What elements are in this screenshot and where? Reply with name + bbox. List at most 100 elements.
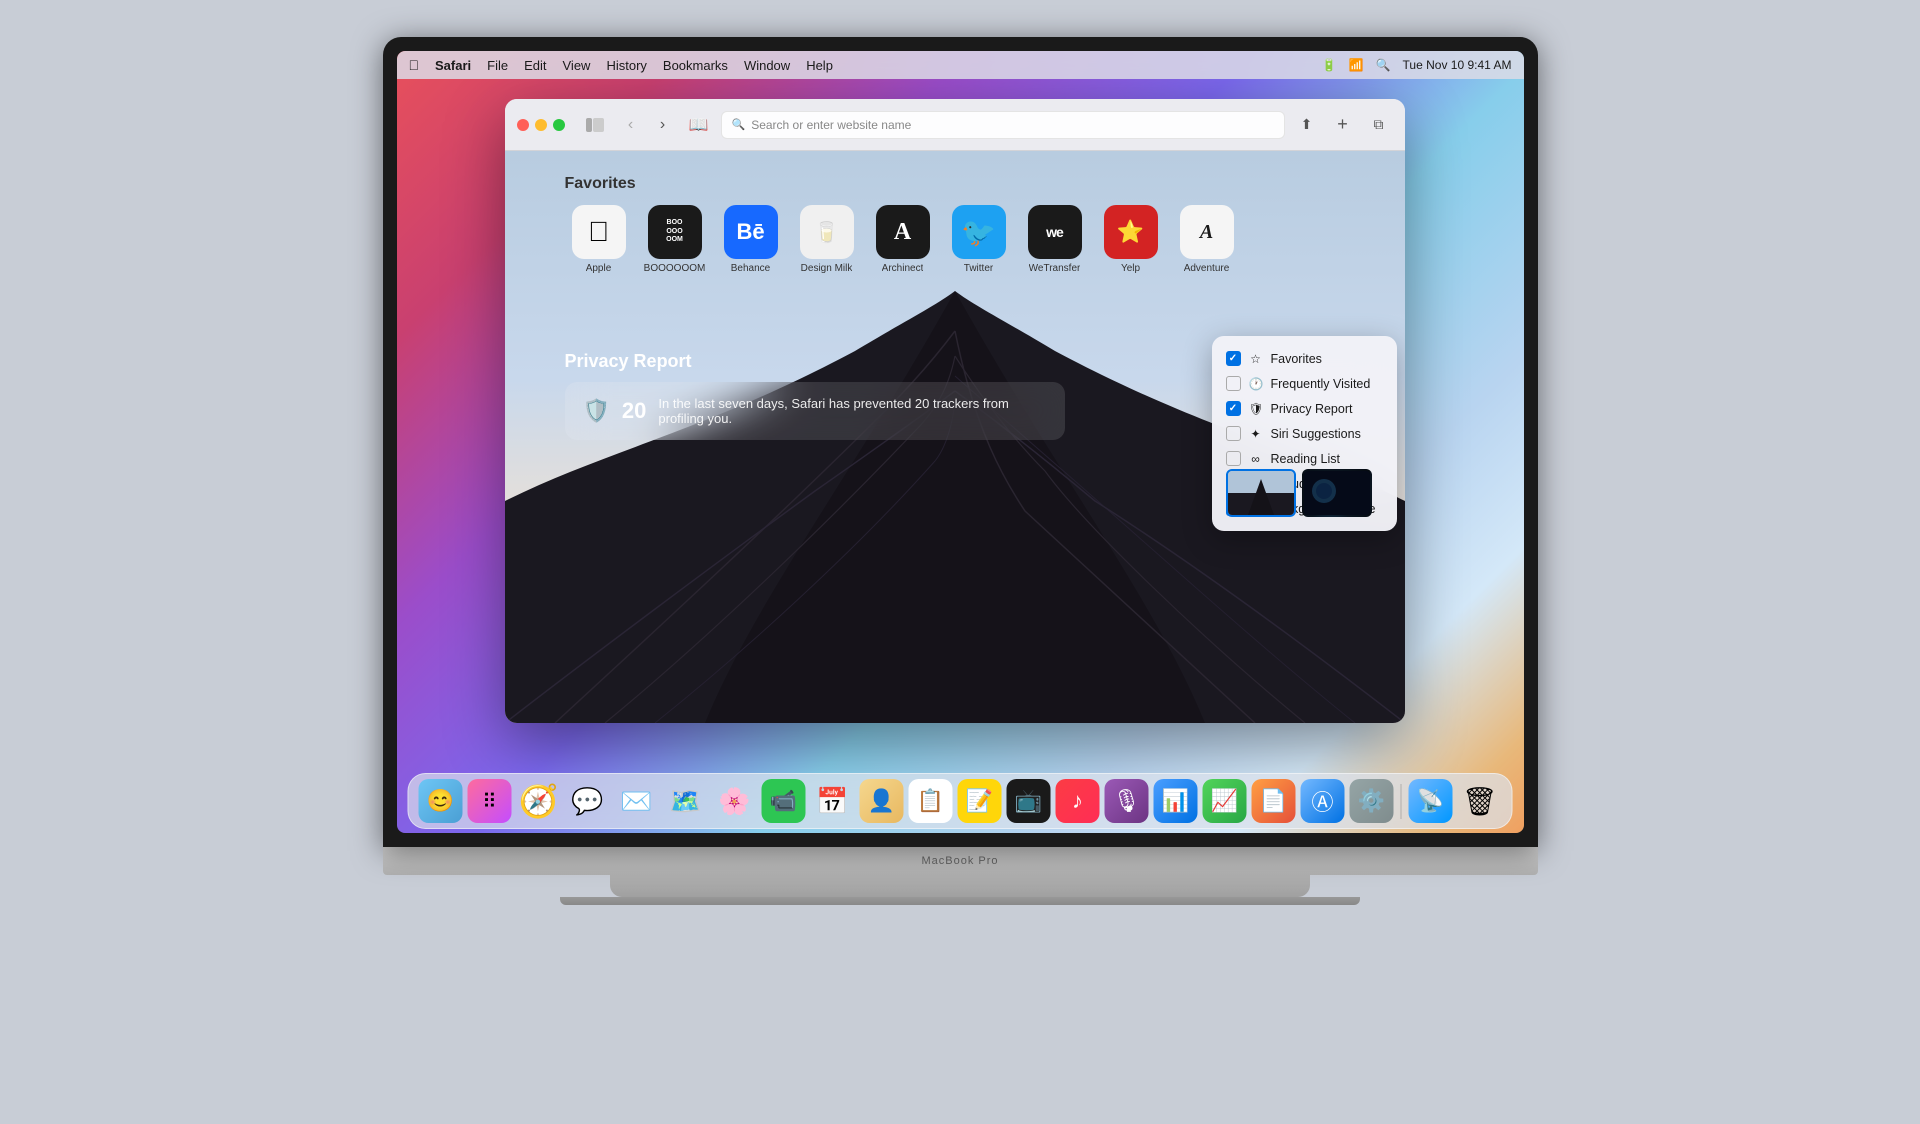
dock-messages[interactable]: 💬 xyxy=(566,779,610,823)
menu-window[interactable]: Window xyxy=(744,58,790,73)
favorite-apple-label: Apple xyxy=(586,263,612,274)
reminders-icon: 📋 xyxy=(917,788,944,814)
dock-numbers[interactable]: 📈 xyxy=(1203,779,1247,823)
favorite-twitter-label: Twitter xyxy=(964,263,993,274)
favorites-checkbox[interactable] xyxy=(1226,351,1241,366)
tab-overview-button[interactable]: ⧉ xyxy=(1365,111,1393,139)
desktop:  Safari File Edit View History Bookmark… xyxy=(397,51,1524,833)
dock-appstore[interactable]: Ⓐ xyxy=(1301,779,1345,823)
menu-view[interactable]: View xyxy=(563,58,591,73)
favorite-behance[interactable]: Bē Behance xyxy=(717,205,785,274)
privacy-report-title: Privacy Report xyxy=(565,351,1065,372)
favorite-apple[interactable]:  Apple xyxy=(565,205,633,274)
macbook-label: MacBook Pro xyxy=(921,855,998,867)
dock-safari[interactable]: 🧭 xyxy=(517,779,561,823)
safari-toolbar: ‹ › 📖 🔍 Search or enter website name ⬆ xyxy=(505,99,1405,151)
siri-icon: ✦ xyxy=(1249,427,1263,441)
dock-tv[interactable]: 📺 xyxy=(1007,779,1051,823)
dock-keynote[interactable]: 📊 xyxy=(1154,779,1198,823)
dock-container: 😊 ⠿ 🧭 💬 xyxy=(408,773,1513,829)
new-tab-button[interactable]: + xyxy=(1329,111,1357,139)
contacts-icon: 👤 xyxy=(868,788,895,814)
customize-frequently-visited[interactable]: 🕐 Frequently Visited xyxy=(1212,371,1397,396)
siri-label: Siri Suggestions xyxy=(1271,427,1361,441)
app-name[interactable]: Safari xyxy=(435,58,471,73)
reader-button[interactable]: 📖 xyxy=(685,111,713,139)
close-button[interactable] xyxy=(517,119,529,131)
dock-music[interactable]: ♪ xyxy=(1056,779,1100,823)
dock-launchpad[interactable]: ⠿ xyxy=(468,779,512,823)
customize-siri[interactable]: ✦ Siri Suggestions xyxy=(1212,421,1397,446)
mail-icon: ✉️ xyxy=(620,786,652,817)
macbook:  Safari File Edit View History Bookmark… xyxy=(370,37,1550,1087)
apple-menu[interactable]:  xyxy=(409,57,420,73)
forward-button[interactable]: › xyxy=(649,111,677,139)
customize-favorites[interactable]: ☆ Favorites xyxy=(1212,346,1397,371)
favorite-twitter[interactable]: 🐦 Twitter xyxy=(945,205,1013,274)
favorite-designmilk[interactable]: 🥛 Design Milk xyxy=(793,205,861,274)
favorite-boooom-label: BOOOOOOM xyxy=(644,263,706,274)
new-tab-page: Favorites  Apple BOOOOOOOM xyxy=(505,151,1405,723)
bg-thumb-space[interactable] xyxy=(1302,469,1372,517)
screen:  Safari File Edit View History Bookmark… xyxy=(397,51,1524,833)
dock-photos[interactable]: 🌸 xyxy=(713,779,757,823)
share-button[interactable]: ⬆ xyxy=(1293,111,1321,139)
favorite-yelp[interactable]: ⭐ Yelp xyxy=(1097,205,1165,274)
favorite-designmilk-label: Design Milk xyxy=(801,263,853,274)
favorites-grid:  Apple BOOOOOOOM BOOOOOOM xyxy=(565,205,1241,274)
sidebar-toggle[interactable] xyxy=(581,111,609,139)
calendar-icon: 📅 xyxy=(816,786,848,817)
menu-edit[interactable]: Edit xyxy=(524,58,546,73)
bg-thumb-mountain[interactable] xyxy=(1226,469,1296,517)
trash-icon: 🗑 xyxy=(1462,785,1498,818)
dock-calendar[interactable]: 📅 xyxy=(811,779,855,823)
dock-airdrop[interactable]: 📡 xyxy=(1409,779,1453,823)
dock-mail[interactable]: ✉️ xyxy=(615,779,659,823)
dock-divider xyxy=(1401,784,1402,819)
privacy-card[interactable]: 🛡️ 20 In the last seven days, Safari has… xyxy=(565,382,1065,440)
address-bar[interactable]: 🔍 Search or enter website name xyxy=(721,111,1285,139)
dock-finder[interactable]: 😊 xyxy=(419,779,463,823)
dock-preferences[interactable]: ⚙️ xyxy=(1350,779,1394,823)
menu-help[interactable]: Help xyxy=(806,58,833,73)
preferences-icon: ⚙️ xyxy=(1358,788,1385,814)
favorite-adventure[interactable]: A Adventure xyxy=(1173,205,1241,274)
safari-window: ‹ › 📖 🔍 Search or enter website name ⬆ xyxy=(505,99,1405,723)
siri-checkbox[interactable] xyxy=(1226,426,1241,441)
menu-history[interactable]: History xyxy=(606,58,646,73)
maximize-button[interactable] xyxy=(553,119,565,131)
dock-podcasts[interactable]: 🎙 xyxy=(1105,779,1149,823)
appstore-icon: Ⓐ xyxy=(1311,785,1333,817)
favorite-archinect[interactable]: A Archinect xyxy=(869,205,937,274)
privacy-report-label: Privacy Report xyxy=(1271,402,1353,416)
nav-buttons: ‹ › xyxy=(617,111,677,139)
dock-facetime[interactable]: 📹 xyxy=(762,779,806,823)
minimize-button[interactable] xyxy=(535,119,547,131)
screen-bezel:  Safari File Edit View History Bookmark… xyxy=(383,37,1538,847)
favorite-wetransfer-label: WeTransfer xyxy=(1029,263,1081,274)
favorite-wetransfer[interactable]: we WeTransfer xyxy=(1021,205,1089,274)
dock-trash[interactable]: 🗑 xyxy=(1458,779,1502,823)
menu-file[interactable]: File xyxy=(487,58,508,73)
favorites-icon: ☆ xyxy=(1249,352,1263,366)
back-button[interactable]: ‹ xyxy=(617,111,645,139)
dock-pages[interactable]: 📄 xyxy=(1252,779,1296,823)
macbook-foot xyxy=(560,897,1360,905)
frequently-visited-checkbox[interactable] xyxy=(1226,376,1241,391)
favorite-boooom[interactable]: BOOOOOOOM BOOOOOOM xyxy=(641,205,709,274)
background-thumbnails xyxy=(1220,463,1389,523)
messages-icon: 💬 xyxy=(571,786,603,817)
launchpad-icon: ⠿ xyxy=(482,789,497,814)
customize-privacy-report[interactable]: 🛡 Privacy Report xyxy=(1212,396,1397,421)
dock-contacts[interactable]: 👤 xyxy=(860,779,904,823)
privacy-report-checkbox[interactable] xyxy=(1226,401,1241,416)
dock-reminders[interactable]: 📋 xyxy=(909,779,953,823)
pages-icon: 📄 xyxy=(1260,788,1287,814)
dock-notes[interactable]: 📝 xyxy=(958,779,1002,823)
privacy-shield-icon: 🛡️ xyxy=(583,398,610,424)
favorite-behance-icon: Bē xyxy=(724,205,778,259)
dock-maps[interactable]: 🗺️ xyxy=(664,779,708,823)
privacy-count: 20 xyxy=(622,398,646,424)
search-icon[interactable]: 🔍 xyxy=(1376,58,1391,72)
menu-bookmarks[interactable]: Bookmarks xyxy=(663,58,728,73)
